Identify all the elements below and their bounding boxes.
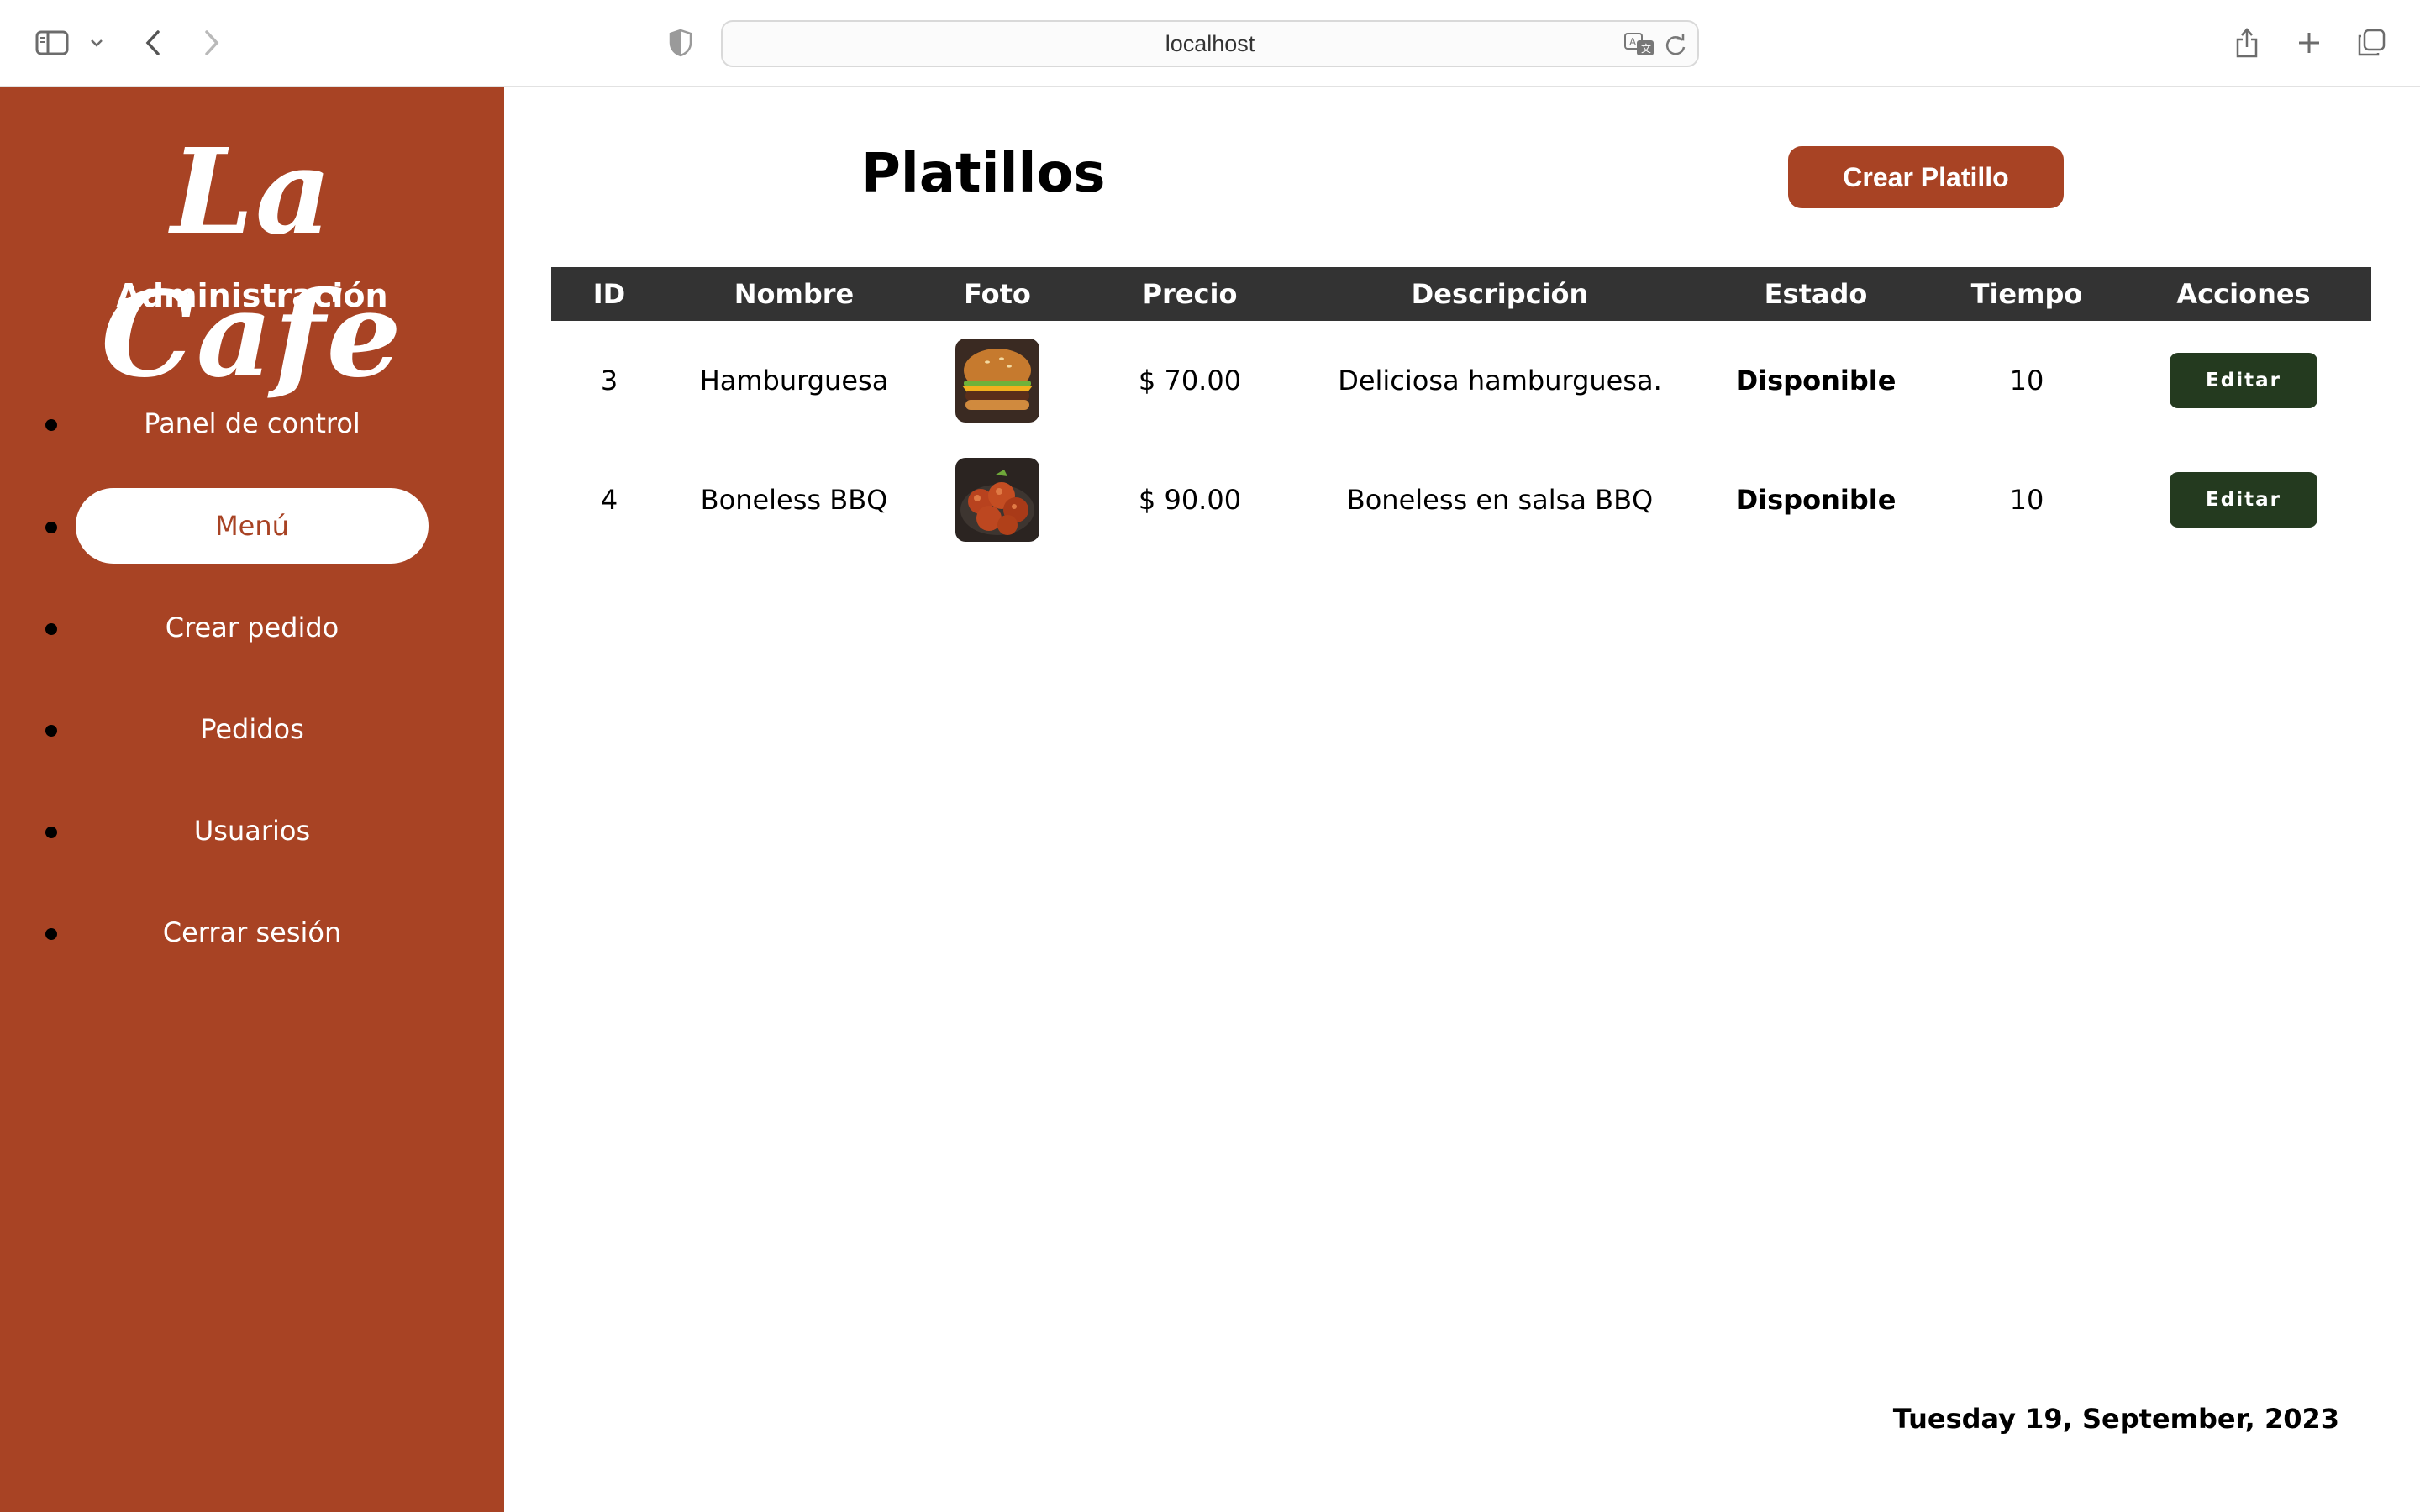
column-header-id: ID [551, 267, 667, 321]
column-header-description: Descripción [1306, 267, 1694, 321]
shield-icon[interactable] [664, 22, 697, 64]
tabs-overview-icon[interactable] [2354, 22, 2388, 64]
table-row: 3 Hamburguesa $ 70.00 Deliciosa hamburgu… [551, 321, 2371, 440]
sidebar-link-create-order[interactable]: Crear pedido [76, 590, 429, 665]
back-icon[interactable] [136, 22, 170, 64]
bullet-icon [45, 827, 57, 838]
column-header-time: Tiempo [1938, 267, 2116, 321]
table-header: ID Nombre Foto Precio Descripción Estado… [551, 267, 2371, 321]
sidebar-link-users[interactable]: Usuarios [76, 793, 429, 869]
cell-id: 3 [600, 365, 618, 396]
column-header-photo: Foto [921, 267, 1074, 321]
url-text: localhost [1165, 30, 1255, 56]
sidebar-link-panel[interactable]: Panel de control [76, 386, 429, 461]
bullet-icon [45, 623, 57, 635]
chevron-down-icon[interactable] [84, 22, 109, 64]
bullet-icon [45, 419, 57, 431]
cell-photo [921, 321, 1074, 440]
cell-description: Deliciosa hamburguesa. [1338, 365, 1662, 396]
sidebar-icon[interactable] [32, 22, 72, 64]
cell-name: Hamburguesa [699, 365, 889, 396]
column-header-actions: Acciones [2116, 267, 2371, 321]
reload-icon[interactable] [1664, 32, 1687, 60]
cell-time: 10 [2009, 365, 2044, 396]
cell-id: 4 [600, 484, 618, 516]
main-content: Platillos Crear Platillo ID Nombre Foto … [504, 87, 2420, 1512]
cell-price: $ 70.00 [1138, 365, 1242, 396]
share-icon[interactable] [2230, 22, 2264, 64]
dishes-table: ID Nombre Foto Precio Descripción Estado… [551, 267, 2371, 559]
svg-text:A: A [1629, 36, 1637, 48]
cell-name: Boneless BBQ [700, 484, 888, 516]
boneless-photo [955, 458, 1039, 542]
logo: La Cafe [101, 123, 403, 404]
new-tab-icon[interactable] [2292, 22, 2326, 64]
cell-price: $ 90.00 [1138, 484, 1242, 516]
cell-time: 10 [2009, 484, 2044, 516]
burger-photo [955, 339, 1039, 423]
bullet-icon [45, 725, 57, 737]
page-title: Platillos [861, 143, 1106, 205]
cell-description: Boneless en salsa BBQ [1346, 484, 1654, 516]
sidebar-link-logout[interactable]: Cerrar sesión [76, 895, 429, 970]
column-header-name: Nombre [667, 267, 921, 321]
status-badge: Disponible [1735, 365, 1897, 396]
current-date: Tuesday 19, September, 2023 [1892, 1403, 2339, 1435]
bullet-icon [45, 928, 57, 940]
edit-button[interactable]: Editar [2170, 353, 2317, 408]
edit-button[interactable]: Editar [2170, 472, 2317, 528]
sidebar: La Cafe Administración Panel de control … [0, 87, 504, 1512]
column-header-price: Precio [1074, 267, 1306, 321]
translate-icon[interactable]: A文 [1623, 32, 1657, 60]
table-row: 4 Boneless BBQ $ 90.00 Boneless en salsa… [551, 440, 2371, 559]
browser-toolbar: localhost A文 [0, 0, 2420, 87]
sidebar-link-orders[interactable]: Pedidos [76, 691, 429, 767]
svg-text:文: 文 [1641, 42, 1651, 55]
status-badge: Disponible [1735, 484, 1897, 516]
address-bar[interactable]: localhost A文 [721, 20, 1699, 67]
sidebar-subtitle: Administración [116, 277, 388, 314]
sidebar-link-menu[interactable]: Menú [76, 488, 429, 564]
create-dish-button[interactable]: Crear Platillo [1788, 146, 2064, 208]
column-header-status: Estado [1694, 267, 1938, 321]
forward-icon[interactable] [195, 22, 229, 64]
cell-actions: Editar [2116, 440, 2371, 559]
cell-photo [921, 440, 1074, 559]
bullet-icon [45, 522, 57, 533]
cell-actions: Editar [2116, 321, 2371, 440]
